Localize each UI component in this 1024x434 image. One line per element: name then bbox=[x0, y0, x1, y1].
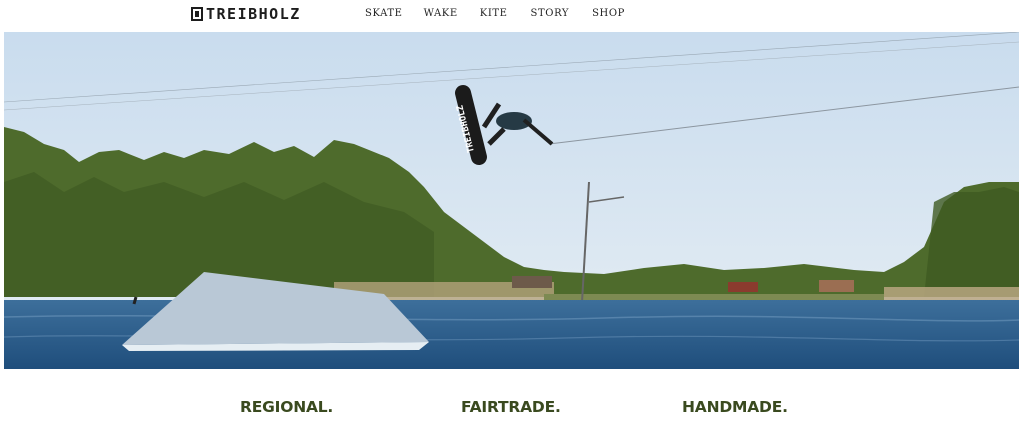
value-handmade: HANDMADE. bbox=[682, 398, 788, 416]
house bbox=[728, 282, 758, 292]
brand-values: REGIONAL. FAIRTRADE. HANDMADE. bbox=[0, 385, 1024, 434]
distant-rider bbox=[132, 296, 138, 305]
main-nav: SKATE WAKE KITE STORY SHOP bbox=[365, 8, 625, 19]
nav-item-shop[interactable]: SHOP bbox=[592, 8, 625, 19]
hero-slider[interactable]: TREIBHOLZ bbox=[4, 32, 1019, 369]
nav-item-kite[interactable]: KITE bbox=[480, 8, 508, 19]
treibholz-logo[interactable]: TREIBHOLZ bbox=[191, 5, 301, 23]
logo-mark-icon bbox=[191, 7, 203, 21]
treeline-right bbox=[924, 187, 1019, 297]
value-fairtrade: FAIRTRADE. bbox=[461, 398, 561, 416]
site-header: TREIBHOLZ SKATE WAKE KITE STORY SHOP bbox=[0, 0, 1024, 30]
nav-item-skate[interactable]: SKATE bbox=[365, 8, 403, 19]
reeds-right bbox=[884, 287, 1019, 301]
hero-image: TREIBHOLZ bbox=[4, 32, 1019, 369]
far-shore bbox=[544, 294, 884, 300]
nav-item-story[interactable]: STORY bbox=[531, 8, 570, 19]
value-regional: REGIONAL. bbox=[240, 398, 334, 416]
logo-text: TREIBHOLZ bbox=[206, 5, 301, 23]
house bbox=[512, 276, 552, 288]
nav-item-wake[interactable]: WAKE bbox=[424, 8, 458, 19]
house bbox=[819, 280, 854, 292]
